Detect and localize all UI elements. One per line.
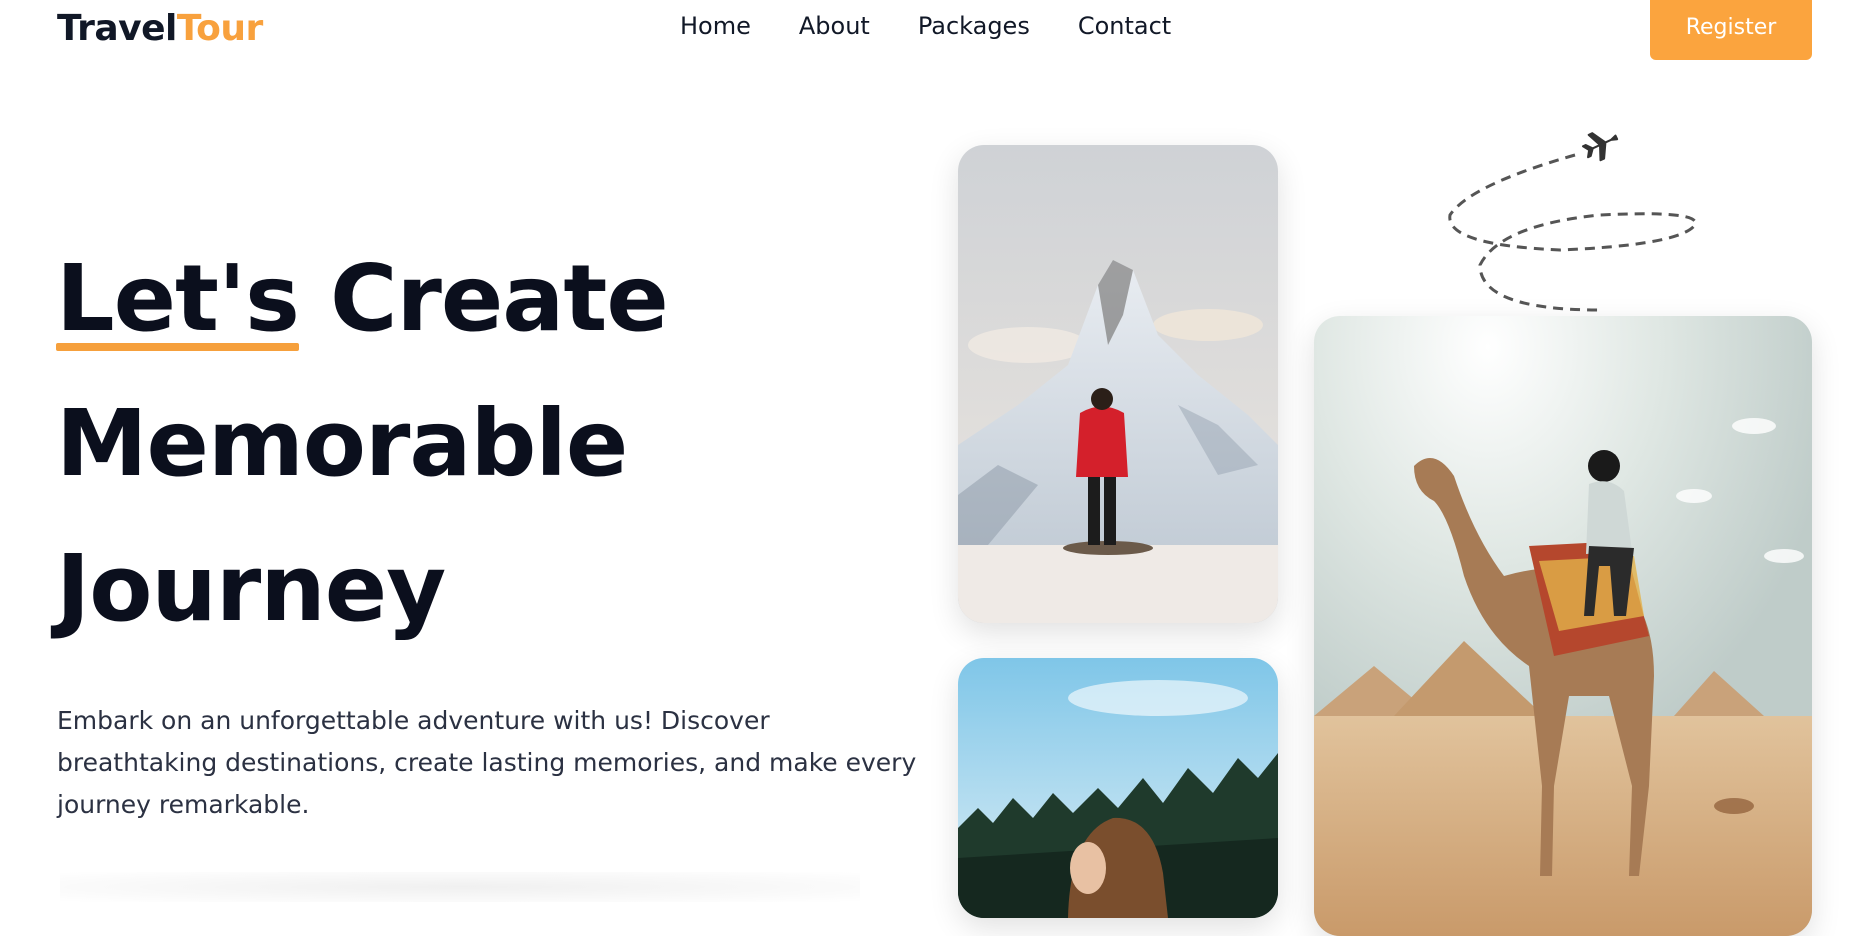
- forest-woman-image: [958, 658, 1278, 918]
- hero-title-line-3: Journey: [56, 535, 446, 642]
- brand-name-primary: Travel: [57, 8, 177, 49]
- register-button[interactable]: Register: [1650, 0, 1812, 60]
- flight-path-decoration: [1448, 132, 1697, 312]
- mountain-hiker-image: [958, 145, 1278, 623]
- main-nav: Home About Packages Contact: [680, 12, 1171, 40]
- airplane-icon: [1581, 132, 1619, 162]
- nav-about[interactable]: About: [799, 12, 870, 40]
- camel-pyramids-image: [1314, 316, 1812, 936]
- nav-packages[interactable]: Packages: [918, 12, 1030, 40]
- nav-home[interactable]: Home: [680, 12, 751, 40]
- brand-logo[interactable]: TravelTour: [57, 8, 263, 49]
- hero-title-line-2: Memorable: [56, 390, 628, 497]
- hero-title: Let's Create Memorable Journey: [56, 226, 669, 661]
- brand-name-accent: Tour: [176, 8, 263, 49]
- hero-title-word-create: Create: [329, 245, 669, 352]
- section-shadow: [60, 872, 860, 902]
- hero-description: Embark on an unforgettable adventure wit…: [57, 706, 917, 819]
- nav-contact[interactable]: Contact: [1078, 12, 1171, 40]
- hero-title-word-lets: Let's: [56, 226, 300, 371]
